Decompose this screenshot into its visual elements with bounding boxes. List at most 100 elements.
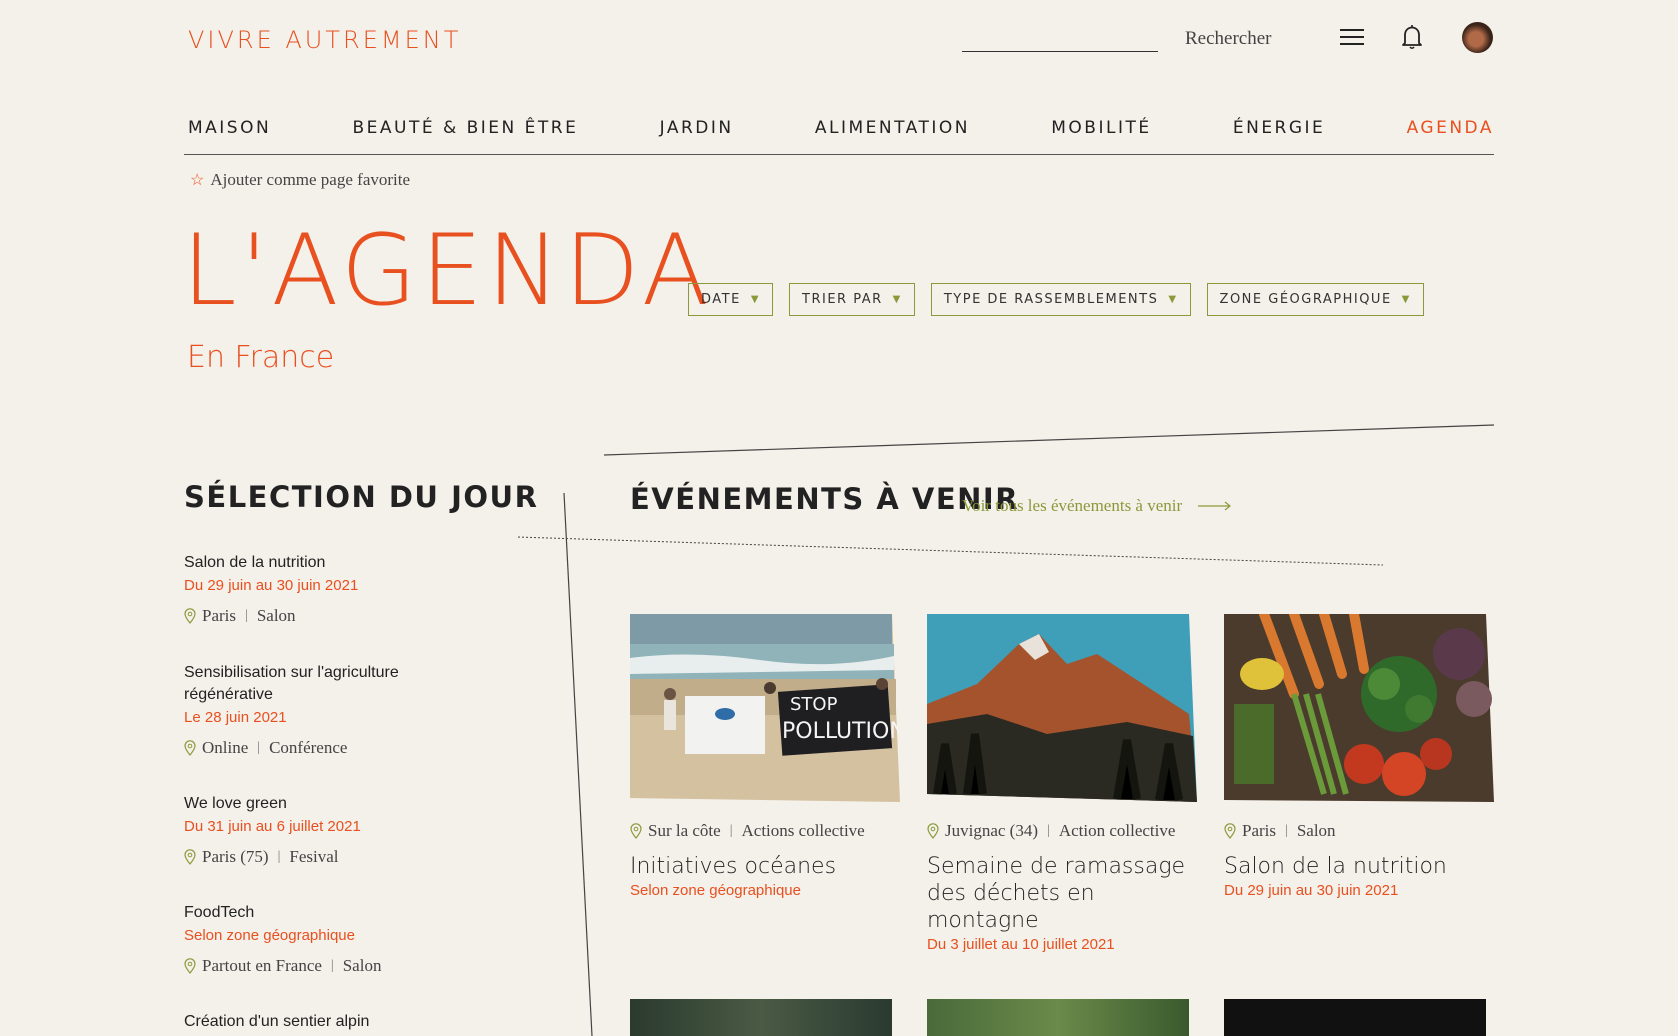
page-title: L'AGENDA [182, 214, 713, 328]
list-item[interactable]: FoodTech Selon zone géographique Partout… [184, 902, 474, 976]
event-card[interactable]: STOP POLLUTION Sur la côte | Actions col… [630, 614, 906, 899]
event-title: Sensibilisation sur l'agriculture régéné… [184, 664, 399, 703]
event-type: Actions collective [741, 821, 865, 840]
caret-down-icon: ▼ [750, 294, 761, 305]
nav-divider [184, 154, 1494, 155]
nav-item-energie[interactable]: ÉNERGIE [1233, 118, 1325, 138]
nav-item-mobilite[interactable]: MOBILITÉ [1051, 118, 1151, 138]
filter-gathering-type-label: TYPE DE RASSEMBLEMENTS [943, 292, 1159, 307]
separator: | [1285, 823, 1288, 838]
event-date: Du 3 juillet au 10 juillet 2021 [927, 936, 1115, 953]
event-type: Fesival [289, 847, 339, 866]
separator: | [330, 958, 334, 973]
page-subtitle: En France [187, 340, 335, 375]
nav-item-jardin[interactable]: JARDIN [660, 118, 734, 138]
event-title[interactable]: Initiatives océanes [630, 853, 900, 880]
nav-item-agenda[interactable]: AGENDA [1407, 118, 1494, 138]
event-title: We love green [184, 795, 287, 812]
nav-item-alimentation[interactable]: ALIMENTATION [815, 118, 970, 138]
event-date: Selon zone géographique [630, 882, 801, 899]
location-pin-icon [184, 608, 196, 624]
filter-zone-label: ZONE GÉOGRAPHIQUE [1219, 292, 1392, 307]
location-pin-icon [1224, 823, 1236, 839]
beach-protest-photo[interactable]: STOP POLLUTION [630, 614, 906, 802]
bell-icon[interactable] [1400, 24, 1424, 50]
location-pin-icon [927, 823, 939, 839]
separator: | [729, 823, 733, 838]
list-item[interactable]: Salon de la nutrition Du 29 juin au 30 j… [184, 552, 474, 626]
vegetables-photo[interactable] [1224, 609, 1494, 802]
nav-item-beaute[interactable]: BEAUTÉ & BIEN ÊTRE [352, 118, 578, 138]
event-card[interactable]: Juvignac (34) | Action collective Semain… [927, 614, 1197, 953]
event-place: Online [202, 738, 249, 757]
event-title: FoodTech [184, 904, 255, 921]
svg-text:STOP: STOP [790, 694, 838, 715]
separator: | [257, 740, 261, 755]
separator: | [277, 849, 281, 864]
event-place: Sur la côte [648, 821, 721, 840]
menu-icon[interactable] [1340, 28, 1364, 46]
event-date: Du 31 juin au 6 juillet 2021 [184, 818, 361, 835]
filter-date[interactable]: DATE ▼ [688, 283, 774, 316]
main-nav: MAISON BEAUTÉ & BIEN ÊTRE JARDIN ALIMENT… [188, 104, 1494, 152]
event-type: Salon [256, 606, 296, 625]
event-card-image-partial[interactable] [1224, 999, 1486, 1036]
list-item[interactable]: Sensibilisation sur l'agriculture régéné… [184, 662, 474, 758]
event-title: Création d'un sentier alpin [184, 1013, 370, 1030]
avatar[interactable] [1462, 22, 1493, 53]
search-label[interactable]: Rechercher [1185, 28, 1272, 50]
nav-item-maison[interactable]: MAISON [188, 118, 271, 138]
filter-sort[interactable]: TRIER PAR ▼ [789, 283, 915, 316]
location-pin-icon [184, 740, 196, 756]
upcoming-events-heading: ÉVÉNEMENTS À VENIR [630, 482, 1020, 516]
event-place: Paris (75) [202, 847, 269, 866]
site-logo[interactable]: VIVRE AUTREMENT [188, 26, 461, 54]
event-title[interactable]: Salon de la nutrition [1224, 853, 1494, 880]
event-meta: Paris | Salon [184, 606, 474, 626]
event-title[interactable]: Semaine de ramassage des déchets en mont… [927, 853, 1197, 934]
event-type: Action collective [1058, 821, 1176, 840]
list-item[interactable]: We love green Du 31 juin au 6 juillet 20… [184, 793, 474, 867]
event-title: Salon de la nutrition [184, 554, 326, 571]
filter-gathering-type[interactable]: TYPE DE RASSEMBLEMENTS ▼ [930, 283, 1191, 316]
filter-sort-label: TRIER PAR [802, 292, 883, 307]
event-card-image-partial[interactable] [630, 999, 892, 1036]
event-date: Du 29 juin au 30 juin 2021 [184, 577, 359, 594]
separator: | [245, 608, 248, 623]
caret-down-icon: ▼ [892, 294, 902, 305]
event-card[interactable]: Paris | Salon Salon de la nutrition Du 2… [1224, 609, 1494, 899]
location-pin-icon [184, 958, 196, 974]
event-meta: Paris | Salon [1224, 821, 1494, 841]
event-meta: Partout en France | Salon [184, 956, 474, 976]
svg-text:POLLUTION: POLLUTION [782, 719, 900, 744]
see-all-events-link[interactable]: Voir tous les événements à venir [962, 496, 1232, 516]
event-card-image-partial[interactable] [927, 999, 1189, 1036]
list-item[interactable]: Création d'un sentier alpin [184, 1011, 474, 1033]
selection-heading: SÉLECTION DU JOUR [184, 480, 539, 514]
search-input-underline[interactable] [962, 51, 1158, 52]
arrow-right-icon [1198, 501, 1232, 511]
location-pin-icon [630, 823, 642, 839]
star-icon: ☆ [190, 172, 205, 189]
add-favorite-link[interactable]: ☆ Ajouter comme page favorite [190, 170, 410, 190]
event-meta: Online | Conférence [184, 738, 474, 758]
event-place: Partout en France [202, 956, 322, 975]
separator: | [1047, 823, 1050, 838]
event-type: Salon [342, 956, 382, 975]
caret-down-icon: ▼ [1168, 294, 1178, 305]
event-type: Conférence [269, 738, 348, 757]
event-meta: Sur la côte | Actions collective [630, 821, 900, 841]
location-pin-icon [184, 849, 196, 865]
event-type: Salon [1296, 821, 1336, 840]
event-date: Selon zone géographique [184, 927, 355, 944]
filter-zone[interactable]: ZONE GÉOGRAPHIQUE ▼ [1206, 283, 1424, 316]
event-place: Juvignac (34) [945, 821, 1039, 840]
caret-down-icon: ▼ [1401, 294, 1411, 305]
mountain-photo[interactable] [927, 614, 1197, 802]
filter-bar: DATE ▼ TRIER PAR ▼ TYPE DE RASSEMBLEMENT… [688, 283, 1424, 316]
event-date: Le 28 juin 2021 [184, 709, 287, 726]
event-meta: Paris (75) | Fesival [184, 847, 474, 867]
event-date: Du 29 juin au 30 juin 2021 [1224, 882, 1399, 899]
see-all-events-label: Voir tous les événements à venir [962, 496, 1183, 515]
add-favorite-label: Ajouter comme page favorite [210, 170, 411, 189]
